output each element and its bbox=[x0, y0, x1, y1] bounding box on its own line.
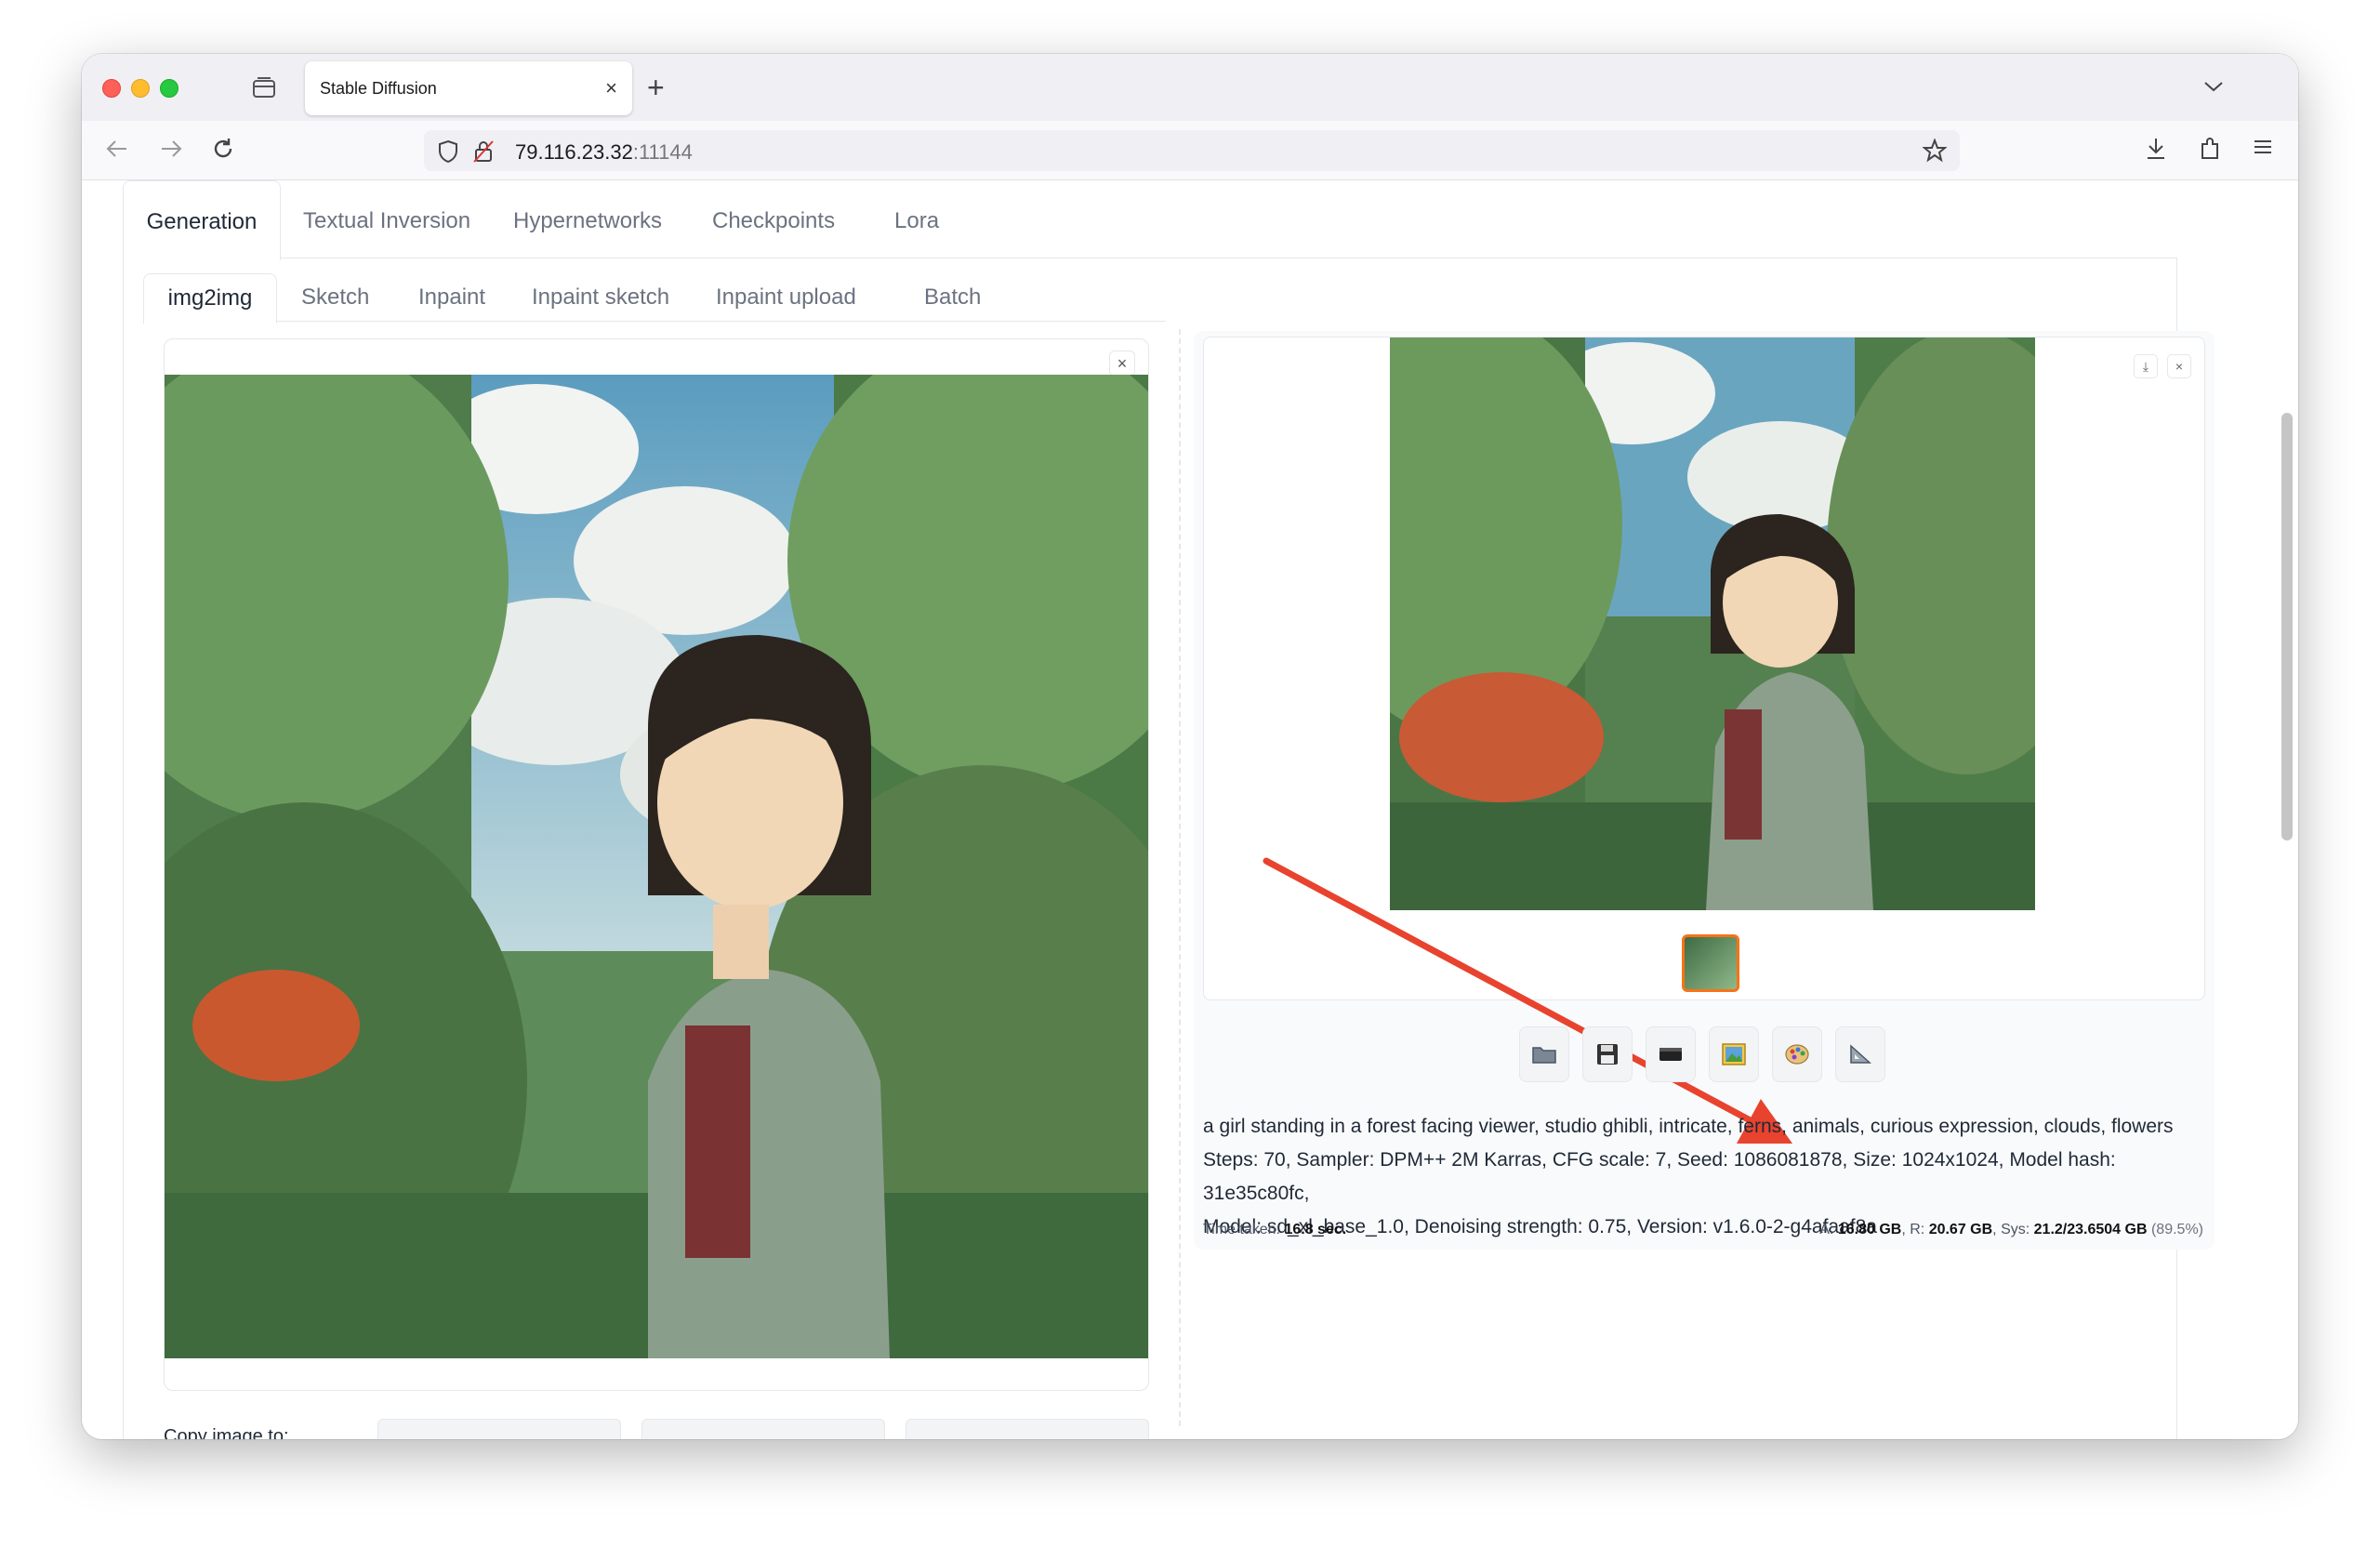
extensions-icon[interactable] bbox=[2198, 136, 2222, 167]
tab-inpaint-upload[interactable]: Inpaint upload bbox=[716, 284, 856, 311]
page-scrollbar[interactable] bbox=[2281, 413, 2293, 840]
prompt-text: a girl standing in a forest facing viewe… bbox=[1203, 1116, 2174, 1137]
tab-checkpoints[interactable]: Checkpoints bbox=[712, 208, 835, 234]
params-line-1: Steps: 70, Sampler: DPM++ 2M Karras, CFG… bbox=[1203, 1149, 2116, 1204]
copy-to-sketch-button[interactable] bbox=[377, 1419, 621, 1439]
close-tab-icon[interactable]: × bbox=[605, 76, 617, 100]
insecure-lock-icon[interactable] bbox=[472, 139, 495, 168]
new-tab-button[interactable]: + bbox=[647, 73, 665, 102]
navigation-bar: 79.116.23.32:11144 bbox=[82, 121, 2298, 180]
bookmark-star-icon[interactable] bbox=[1922, 138, 1948, 167]
zip-icon[interactable] bbox=[1646, 1026, 1696, 1082]
back-arrow-icon[interactable] bbox=[104, 136, 130, 167]
mem-sys-value: 21.2/23.6504 GB bbox=[2033, 1222, 2148, 1237]
tab-lora[interactable]: Lora bbox=[894, 208, 939, 234]
memory-info: A: 16.80 GB, R: 20.67 GB, Sys: 21.2/23.6… bbox=[1819, 1222, 2203, 1238]
send-to-img2img-icon[interactable] bbox=[1709, 1026, 1759, 1082]
mem-a-value: 16.80 GB bbox=[1837, 1222, 1902, 1237]
download-icon[interactable]: ⤓ bbox=[2134, 354, 2158, 378]
mem-r-label: , R: bbox=[1901, 1222, 1925, 1237]
tab-generation[interactable]: Generation bbox=[123, 180, 281, 260]
copy-to-inpaint-sketch-button[interactable] bbox=[906, 1419, 1149, 1439]
time-taken-label: Time taken: bbox=[1203, 1222, 1280, 1237]
reload-icon[interactable] bbox=[210, 136, 236, 167]
url-port: :11144 bbox=[632, 140, 693, 164]
img2img-input-panel: × bbox=[82, 328, 1215, 1391]
tab-bar: Stable Diffusion × + bbox=[82, 54, 2298, 121]
tab-overview-icon[interactable] bbox=[249, 73, 279, 103]
open-folder-icon[interactable] bbox=[1519, 1026, 1569, 1082]
performance-info: Time taken: 16.8 sec. A: 16.80 GB, R: 20… bbox=[1203, 1222, 2203, 1238]
copy-to-inpaint-button[interactable] bbox=[641, 1419, 885, 1439]
minimize-window-button[interactable] bbox=[131, 79, 150, 98]
send-to-extras-icon[interactable] bbox=[1835, 1026, 1885, 1082]
close-icon[interactable]: × bbox=[2167, 354, 2191, 378]
browser-tab[interactable]: Stable Diffusion × bbox=[305, 61, 632, 115]
url-text: 79.116.23.32:11144 bbox=[515, 140, 693, 165]
save-icon[interactable] bbox=[1582, 1026, 1633, 1082]
column-divider bbox=[1179, 329, 1181, 1426]
copy-image-label: Copy image to: bbox=[164, 1426, 289, 1439]
mem-r-value: 20.67 GB bbox=[1928, 1222, 1993, 1237]
tab-textual-inversion[interactable]: Textual Inversion bbox=[303, 208, 470, 234]
menu-icon[interactable] bbox=[2252, 136, 2274, 164]
tab-img2img[interactable]: img2img bbox=[143, 273, 277, 324]
browser-window: Stable Diffusion × + 79.116.23.32:11144 bbox=[82, 54, 2298, 1439]
send-to-inpaint-icon[interactable] bbox=[1772, 1026, 1822, 1082]
main-tabs: Generation Textual Inversion Hypernetwor… bbox=[123, 180, 2177, 260]
page-content: Generation Textual Inversion Hypernetwor… bbox=[82, 180, 2298, 1439]
chevron-down-icon[interactable] bbox=[2203, 74, 2224, 99]
tab-title: Stable Diffusion bbox=[320, 78, 437, 98]
clear-image-button[interactable]: × bbox=[1109, 351, 1135, 377]
mem-a-label: A: bbox=[1819, 1222, 1834, 1237]
url-host: 79.116.23.32 bbox=[515, 140, 633, 164]
tab-sketch[interactable]: Sketch bbox=[301, 284, 369, 311]
tab-batch[interactable]: Batch bbox=[924, 284, 981, 311]
sub-tabs: img2img Sketch Inpaint Inpaint sketch In… bbox=[143, 273, 1166, 324]
mem-sys-label: , Sys: bbox=[1992, 1222, 2030, 1237]
output-toolbar bbox=[1519, 1026, 1887, 1082]
time-taken-value: 16.8 sec. bbox=[1284, 1222, 1347, 1237]
zoom-window-button[interactable] bbox=[160, 79, 178, 98]
tab-inpaint-sketch[interactable]: Inpaint sketch bbox=[532, 284, 669, 311]
address-bar[interactable]: 79.116.23.32:11144 bbox=[424, 130, 1960, 171]
close-window-button[interactable] bbox=[102, 79, 121, 98]
tab-inpaint[interactable]: Inpaint bbox=[418, 284, 485, 311]
mem-percent: (89.5%) bbox=[2150, 1222, 2203, 1237]
output-image[interactable] bbox=[1306, 310, 2106, 915]
input-image[interactable] bbox=[82, 328, 1215, 1363]
forward-arrow-icon[interactable] bbox=[158, 136, 184, 167]
downloads-icon[interactable] bbox=[2144, 136, 2168, 167]
shield-icon[interactable] bbox=[437, 139, 459, 168]
copy-image-row: Copy image to: bbox=[164, 1419, 1149, 1439]
tab-hypernetworks[interactable]: Hypernetworks bbox=[513, 208, 662, 234]
